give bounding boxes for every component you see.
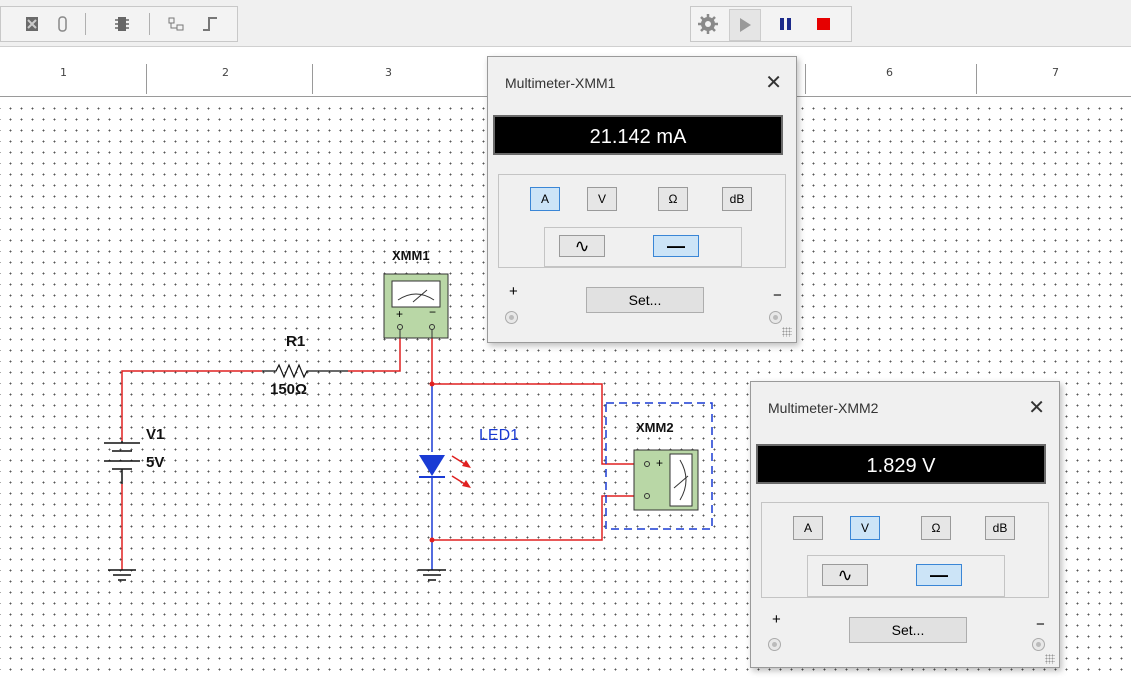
ground-symbol — [418, 569, 446, 581]
wire — [121, 370, 262, 441]
positive-terminal-label: + — [509, 283, 518, 300]
mode-ammeter-button[interactable]: A — [793, 516, 823, 540]
wire — [348, 338, 401, 372]
meter1-plus-label: + — [396, 307, 404, 321]
negative-terminal[interactable] — [1032, 638, 1045, 651]
multimeter1-symbol — [383, 273, 449, 339]
resistor-ref-label: R1 — [286, 333, 306, 350]
mode-voltmeter-button[interactable]: V — [587, 187, 617, 211]
set-button[interactable]: Set... — [849, 617, 967, 643]
multimeter1-window[interactable]: Multimeter-XMM1 ✕ 21.142 mA A V Ω dB ∿ —… — [487, 56, 797, 343]
junction-dot — [429, 537, 435, 543]
set-button[interactable]: Set... — [586, 287, 704, 313]
multimeter1-title: Multimeter-XMM1 — [505, 75, 616, 91]
ac-coupling-button[interactable]: ∿ — [559, 235, 605, 257]
ac-coupling-button[interactable]: ∿ — [822, 564, 868, 586]
dc-coupling-button[interactable]: — — [653, 235, 699, 257]
mode-decibel-button[interactable]: dB — [722, 187, 752, 211]
led-ref-label: LED1 — [479, 427, 520, 444]
meter1-minus-label: − — [429, 305, 437, 319]
meter2-plus-label: + — [656, 456, 664, 470]
multimeter2-reading: 1.829 V — [756, 444, 1046, 484]
mode-voltmeter-button[interactable]: V — [850, 516, 880, 540]
meter2-ref-label: XMM2 — [636, 420, 674, 435]
resize-grip[interactable] — [1045, 654, 1055, 664]
resize-grip[interactable] — [782, 327, 792, 337]
mode-decibel-button[interactable]: dB — [985, 516, 1015, 540]
source-value-label: 5V — [146, 454, 165, 471]
dc-coupling-button[interactable]: — — [916, 564, 962, 586]
multimeter1-reading: 21.142 mA — [493, 115, 783, 155]
multimeter2-window[interactable]: Multimeter-XMM2 ✕ 1.829 V A V Ω dB ∿ — +… — [750, 381, 1060, 668]
wire — [432, 495, 634, 541]
wire — [432, 383, 634, 465]
ground-symbol — [108, 569, 136, 581]
multimeter2-title: Multimeter-XMM2 — [768, 400, 879, 416]
positive-terminal[interactable] — [768, 638, 781, 651]
source-ref-label: V1 — [146, 426, 165, 443]
close-icon[interactable]: ✕ — [1028, 395, 1045, 420]
negative-terminal-label: − — [773, 287, 782, 304]
multimeter2-symbol — [633, 449, 699, 511]
meter1-ref-label: XMM1 — [392, 248, 430, 263]
junction-dot — [429, 381, 435, 387]
resistor-symbol — [262, 363, 348, 379]
positive-terminal-label: + — [772, 611, 781, 628]
mode-ohmmeter-button[interactable]: Ω — [658, 187, 688, 211]
battery-symbol — [104, 441, 140, 484]
mode-ammeter-button[interactable]: A — [530, 187, 560, 211]
negative-terminal-label: − — [1036, 616, 1045, 633]
mode-ohmmeter-button[interactable]: Ω — [921, 516, 951, 540]
positive-terminal[interactable] — [505, 311, 518, 324]
close-icon[interactable]: ✕ — [765, 70, 782, 95]
resistor-value-label: 150Ω — [270, 381, 308, 398]
negative-terminal[interactable] — [769, 311, 782, 324]
led-symbol — [419, 455, 471, 488]
